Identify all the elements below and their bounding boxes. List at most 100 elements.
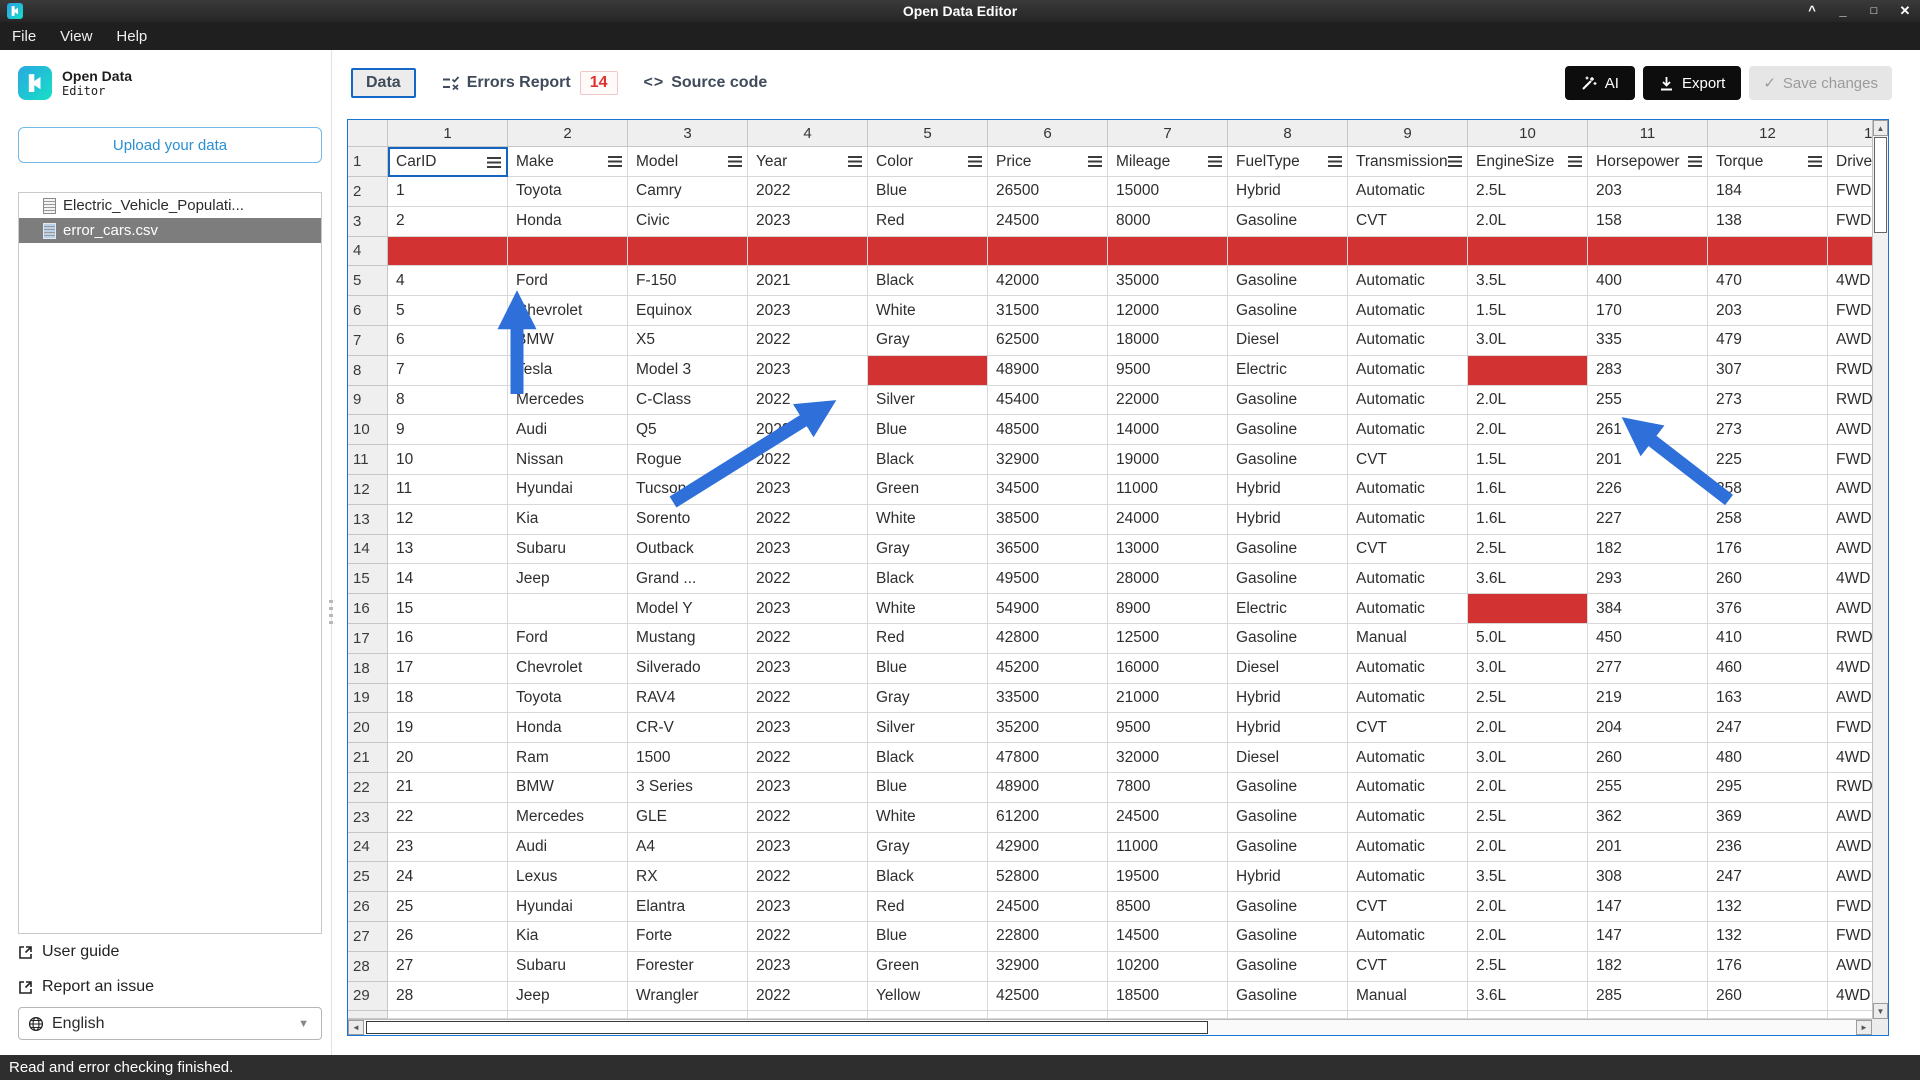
cell[interactable]: 203 [1588, 177, 1708, 207]
cell[interactable]: 14 [388, 564, 508, 594]
cell[interactable]: 12000 [1108, 296, 1228, 326]
cell[interactable]: 258 [1708, 475, 1828, 505]
cell[interactable]: 5 [388, 296, 508, 326]
cell[interactable]: Gasoline [1228, 266, 1348, 296]
cell[interactable]: Automatic [1348, 862, 1468, 892]
cell[interactable]: 369 [1708, 803, 1828, 833]
tab-source-code[interactable]: <> Source code [644, 74, 768, 92]
scroll-left-icon[interactable]: ◄ [348, 1020, 364, 1035]
report-an-issue-link[interactable]: Report an issue [18, 978, 154, 996]
cell[interactable]: 2022 [748, 386, 868, 416]
cell[interactable]: Kia [508, 922, 628, 952]
cell[interactable]: 260 [1708, 564, 1828, 594]
column-number-header[interactable]: 11 [1588, 120, 1708, 147]
cell[interactable]: CVT [1348, 535, 1468, 565]
column-number-header[interactable]: 4 [748, 120, 868, 147]
cell[interactable]: 1500 [628, 743, 748, 773]
cell[interactable]: Red [868, 207, 988, 237]
column-menu-icon[interactable] [1088, 156, 1102, 167]
cell[interactable]: 260 [1708, 982, 1828, 1012]
cell[interactable]: 62500 [988, 326, 1108, 356]
cell[interactable]: Gray [868, 833, 988, 863]
cell[interactable]: Gasoline [1228, 535, 1348, 565]
cell[interactable]: Automatic [1348, 475, 1468, 505]
cell[interactable]: 11 [388, 475, 508, 505]
cell[interactable]: Automatic [1348, 803, 1468, 833]
cell[interactable]: 3.6L [1468, 982, 1588, 1012]
cell[interactable]: 2022 [748, 326, 868, 356]
cell[interactable]: 8000 [1108, 207, 1228, 237]
cell[interactable]: 2023 [748, 535, 868, 565]
cell[interactable]: 273 [1708, 415, 1828, 445]
row-number[interactable]: 4 [348, 237, 388, 267]
cell[interactable]: 4WD [1828, 743, 1872, 773]
cell[interactable]: 3.0L [1468, 743, 1588, 773]
field-header-cell[interactable]: Torque [1708, 147, 1828, 177]
export-button[interactable]: Export [1643, 66, 1741, 100]
cell[interactable]: 2022 [748, 505, 868, 535]
column-number-header[interactable]: 12 [1708, 120, 1828, 147]
menu-view[interactable]: View [60, 28, 92, 45]
cell[interactable]: 176 [1708, 535, 1828, 565]
cell[interactable]: Lexus [508, 862, 628, 892]
cell[interactable]: 2022 [748, 862, 868, 892]
cell[interactable]: 227 [1588, 505, 1708, 535]
field-header-cell[interactable]: Horsepower [1588, 147, 1708, 177]
cell[interactable]: 384 [1588, 594, 1708, 624]
cell[interactable]: Silver [868, 713, 988, 743]
cell[interactable]: 201 [1588, 445, 1708, 475]
cell[interactable]: Green [868, 475, 988, 505]
cell[interactable]: 2.0L [1468, 713, 1588, 743]
cell[interactable]: Yellow [868, 982, 988, 1012]
cell[interactable]: 147 [1588, 892, 1708, 922]
cell[interactable]: 18 [388, 684, 508, 714]
cell[interactable]: Mustang [628, 624, 748, 654]
cell[interactable]: 2023 [748, 952, 868, 982]
cell[interactable]: 28 [388, 982, 508, 1012]
menu-help[interactable]: Help [116, 28, 147, 45]
cell[interactable]: 10200 [1108, 952, 1228, 982]
cell[interactable]: Automatic [1348, 266, 1468, 296]
tab-errors-report[interactable]: Errors Report 14 [442, 71, 618, 95]
user-guide-link[interactable]: User guide [18, 943, 119, 961]
row-number[interactable]: 2 [348, 177, 388, 207]
cell[interactable]: Black [868, 445, 988, 475]
cell[interactable]: Diesel [1228, 654, 1348, 684]
cell[interactable]: 47800 [988, 743, 1108, 773]
row-number[interactable]: 9 [348, 386, 388, 416]
error-cell[interactable] [388, 237, 508, 267]
cell[interactable]: 258 [1708, 505, 1828, 535]
cell[interactable]: 52800 [988, 862, 1108, 892]
cell[interactable]: Manual [1348, 624, 1468, 654]
cell[interactable]: 24500 [988, 207, 1108, 237]
column-number-header[interactable]: 6 [988, 120, 1108, 147]
cell[interactable]: 38500 [988, 505, 1108, 535]
cell[interactable]: Black [868, 743, 988, 773]
cell[interactable]: Gasoline [1228, 445, 1348, 475]
column-menu-icon[interactable] [1208, 156, 1222, 167]
cell[interactable]: Jeep [508, 982, 628, 1012]
cell[interactable]: AWD [1828, 594, 1872, 624]
row-number[interactable]: 28 [348, 952, 388, 982]
cell[interactable]: 12 [388, 505, 508, 535]
field-header-cell[interactable]: Transmission [1348, 147, 1468, 177]
error-cell[interactable] [628, 237, 748, 267]
cell[interactable]: 11000 [1108, 833, 1228, 863]
column-menu-icon[interactable] [487, 157, 501, 168]
cell[interactable]: 9 [388, 415, 508, 445]
file-item[interactable]: Electric_Vehicle_Populati... [19, 193, 321, 218]
cell[interactable]: Mercedes [508, 386, 628, 416]
cell[interactable]: AWD [1828, 535, 1872, 565]
cell[interactable]: 335 [1588, 326, 1708, 356]
row-number[interactable]: 1 [348, 147, 388, 177]
cell[interactable]: AWD [1828, 505, 1872, 535]
cell[interactable]: 3 Series [628, 773, 748, 803]
cell[interactable]: 293 [1588, 564, 1708, 594]
cell[interactable]: 6 [388, 326, 508, 356]
column-number-header[interactable]: 9 [1348, 120, 1468, 147]
cell[interactable]: AWD [1828, 475, 1872, 505]
cell[interactable]: Equinox [628, 296, 748, 326]
column-menu-icon[interactable] [1328, 156, 1342, 167]
cell[interactable]: 2.5L [1468, 535, 1588, 565]
row-number[interactable]: 11 [348, 445, 388, 475]
